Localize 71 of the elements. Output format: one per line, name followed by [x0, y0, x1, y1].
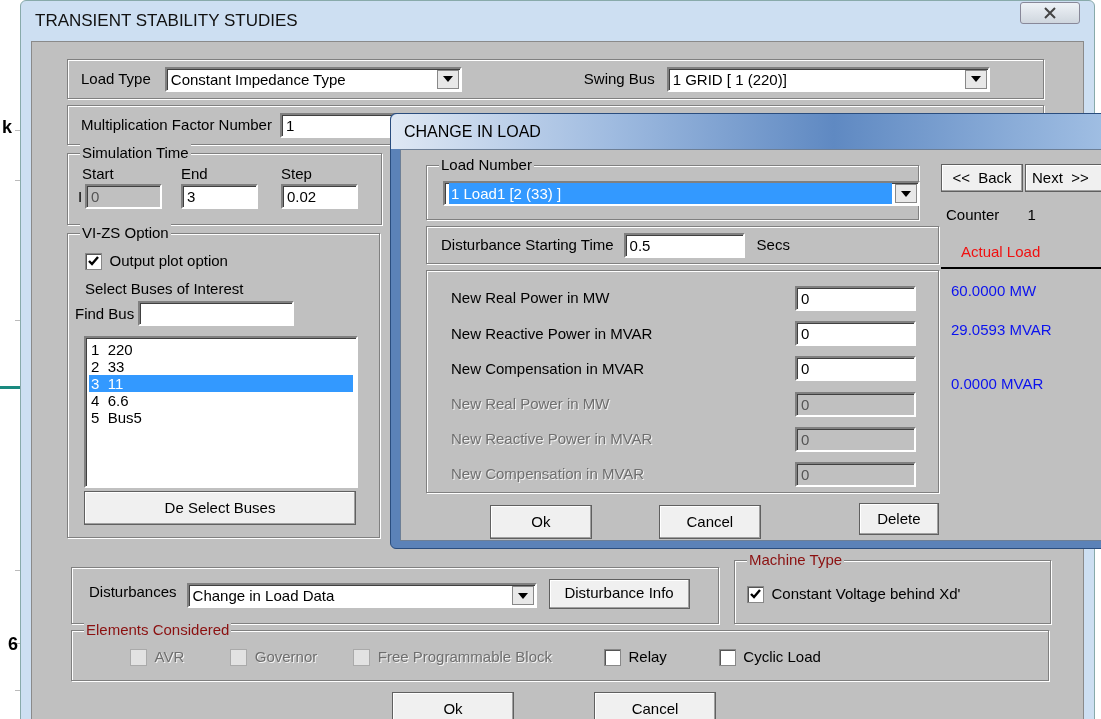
field-label: Load Type	[81, 68, 151, 89]
cancel-button[interactable]: Cancel	[594, 692, 716, 719]
checkbox-label: Governor	[254, 647, 318, 668]
dropdown[interactable]: Constant Impedance Type	[164, 66, 462, 92]
text-field[interactable]	[137, 301, 294, 327]
dialog-title: CHANGE IN LOAD	[404, 121, 541, 142]
delete-button[interactable]: Delete	[858, 503, 939, 535]
back-button[interactable]: << Back	[941, 164, 1023, 192]
caret-icon	[517, 592, 528, 599]
checkbox[interactable]	[604, 649, 621, 666]
bus-list[interactable]: 1 220 2 33 3 11 4 6.6 5 Bus5	[84, 336, 358, 489]
checkbox-label: Relay	[628, 647, 667, 668]
field-label: New Reactive Power in MVAR	[451, 323, 653, 344]
checkbox-label: Cyclic Load	[743, 647, 821, 668]
field-label: Step	[281, 164, 313, 184]
ok-button[interactable]: Ok	[490, 505, 592, 539]
axis-label: k	[2, 116, 12, 139]
list-item[interactable]: 4 6.6	[89, 392, 353, 410]
close-icon	[1043, 7, 1057, 19]
text-field[interactable]: 0	[795, 286, 916, 312]
checkbox[interactable]	[747, 585, 764, 603]
next-button[interactable]: Next >>	[1025, 164, 1101, 192]
field-label: End	[181, 164, 209, 184]
deselect-button[interactable]: De Select Buses	[84, 491, 356, 526]
field-label: New Real Power in MW	[451, 393, 610, 414]
field-label: New Compensation in MVAR	[451, 464, 645, 485]
text-field[interactable]: 3	[181, 184, 258, 209]
counter-value: 1	[1027, 205, 1036, 225]
load-value: 60.0000 MW	[951, 282, 1038, 300]
disturbance-info-button[interactable]: Disturbance Info	[548, 578, 690, 609]
group-title: Machine Type	[747, 551, 845, 569]
field-label: Find Bus	[75, 303, 135, 324]
field-label: New Compensation in MVAR	[451, 358, 645, 379]
close-button[interactable]	[1020, 2, 1080, 24]
section-label: Select Buses of Interest	[85, 278, 245, 299]
checkbox-label: Constant Voltage behind Xd'	[771, 584, 961, 604]
text-field[interactable]: 0.02	[281, 184, 358, 209]
counter-label: Counter	[946, 205, 1000, 225]
row-label: I	[78, 187, 84, 207]
ok-button[interactable]: Ok	[392, 692, 514, 719]
caret-icon	[442, 76, 453, 82]
checkbox[interactable]	[85, 252, 102, 270]
field-label: Start	[82, 164, 115, 184]
text-field[interactable]: 0	[795, 356, 916, 382]
cancel-button[interactable]: Cancel	[658, 505, 761, 539]
group-title: VI-ZS Option	[80, 224, 171, 242]
text-field[interactable]: 0.5	[623, 232, 745, 258]
field-label: New Real Power in MW	[451, 288, 610, 309]
field-label: New Reactive Power in MVAR	[451, 429, 653, 449]
window-title: TRANSIENT STABILITY STUDIES	[35, 10, 298, 33]
checkbox-label: Output plot option	[109, 251, 228, 271]
section-title: Actual Load	[961, 241, 1042, 262]
caret-icon	[901, 190, 911, 197]
axis-label: 6	[8, 633, 18, 656]
field-label: Swing Bus	[583, 68, 655, 89]
checkbox[interactable]	[718, 649, 736, 666]
dropdown[interactable]: 1 GRID [ 1 (220)]	[666, 66, 990, 92]
load-value: 29.0593 MVAR	[951, 321, 1053, 339]
load-value: 0.0000 MVAR	[951, 375, 1045, 393]
checkbox-label: Free Programmable Block	[377, 647, 552, 668]
caret-icon	[970, 76, 981, 82]
dropdown[interactable]: Change in Load Data	[186, 583, 537, 608]
field-label: Disturbance Starting Time	[441, 234, 614, 255]
checkbox-label: AVR	[154, 647, 185, 668]
list-item[interactable]: 1 220	[89, 341, 353, 359]
list-item[interactable]: 2 33	[89, 358, 353, 376]
field-label: Multiplication Factor Number	[81, 114, 272, 135]
field-label: Disturbances	[89, 582, 177, 603]
unit-label: Secs	[756, 234, 790, 255]
text-field[interactable]: 0	[795, 321, 916, 347]
list-item[interactable]: 5 Bus5	[89, 409, 353, 427]
